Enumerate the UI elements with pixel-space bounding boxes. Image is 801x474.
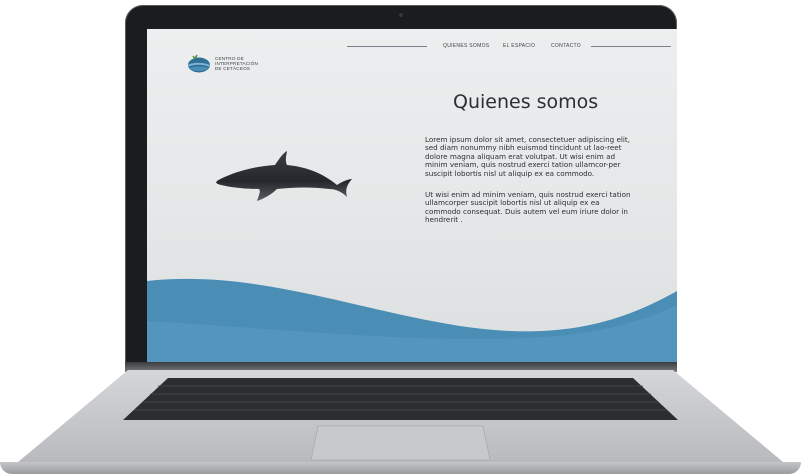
- logo-text: CENTRO DE INTERPRETACIÓN DE CETÁCEOS: [215, 56, 258, 71]
- nav-link-contacto[interactable]: CONTACTO: [551, 43, 581, 49]
- page-title: Quienes somos: [453, 91, 599, 113]
- laptop-keyboard-base: [18, 370, 783, 462]
- body-paragraph: Lorem ipsum dolor sit amet, consectetuer…: [425, 135, 631, 178]
- nav-divider-right: [591, 46, 671, 47]
- laptop-mockup: CENTRO DE INTERPRETACIÓN DE CETÁCEOS QUI…: [0, 0, 801, 474]
- site-logo[interactable]: CENTRO DE INTERPRETACIÓN DE CETÁCEOS: [187, 47, 287, 77]
- website-screen: CENTRO DE INTERPRETACIÓN DE CETÁCEOS QUI…: [147, 29, 677, 363]
- cetacean-logo-icon: [188, 54, 210, 73]
- laptop-bottom-edge: [0, 462, 801, 474]
- dolphin-illustration: [216, 151, 352, 201]
- camera-icon: [399, 13, 403, 17]
- nav-link-quienes-somos[interactable]: QUIENES SOMOS: [443, 43, 489, 49]
- nav-link-el-espacio[interactable]: EL ESPACIO: [503, 43, 535, 49]
- body-paragraph: Ut wisi enim ad minim veniam, quis nostr…: [425, 190, 631, 225]
- nav-divider-left: [347, 46, 427, 47]
- logo-line: DE CETÁCEOS: [215, 66, 251, 71]
